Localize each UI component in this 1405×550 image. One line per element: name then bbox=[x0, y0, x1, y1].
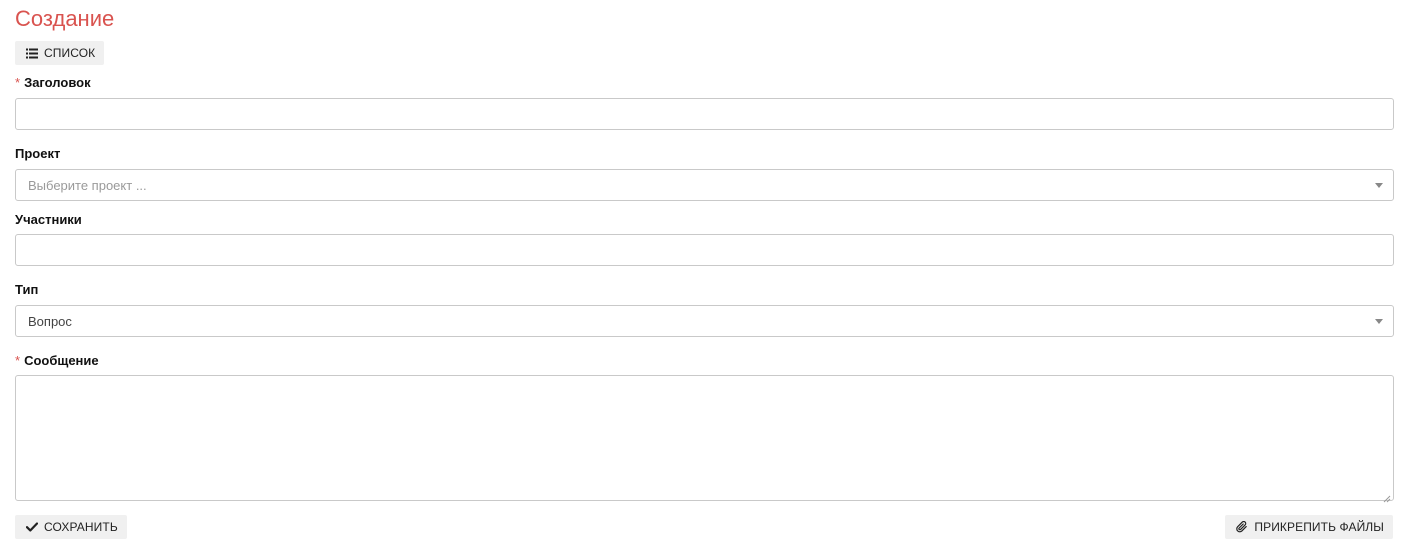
type-select-value: Вопрос bbox=[28, 313, 72, 329]
required-marker: * bbox=[15, 353, 21, 368]
title-field-label: * Заголовок bbox=[15, 75, 91, 90]
type-field-label: Тип bbox=[15, 282, 39, 297]
message-textarea[interactable] bbox=[15, 375, 1394, 503]
attach-files-button-label: ПРИКРЕПИТЬ ФАЙЛЫ bbox=[1254, 520, 1384, 534]
message-label-text: Сообщение bbox=[24, 353, 99, 368]
page-title: Создание bbox=[15, 6, 115, 31]
type-select[interactable]: Вопрос bbox=[15, 305, 1394, 337]
check-icon bbox=[26, 521, 38, 533]
title-input[interactable] bbox=[15, 98, 1394, 130]
required-marker: * bbox=[15, 75, 21, 90]
chevron-down-icon bbox=[1375, 183, 1383, 188]
save-button-label: СОХРАНИТЬ bbox=[44, 520, 118, 534]
project-select-placeholder: Выберите проект ... bbox=[28, 177, 147, 193]
save-button[interactable]: СОХРАНИТЬ bbox=[15, 515, 127, 539]
message-field-label: * Сообщение bbox=[15, 353, 99, 368]
list-icon bbox=[26, 47, 38, 59]
list-button-label: СПИСОК bbox=[44, 46, 96, 60]
title-label-text: Заголовок bbox=[24, 75, 91, 90]
resize-handle-icon[interactable] bbox=[1383, 490, 1391, 503]
participants-field-label: Участники bbox=[15, 212, 82, 227]
attach-files-button[interactable]: ПРИКРЕПИТЬ ФАЙЛЫ bbox=[1225, 515, 1393, 539]
project-field-label: Проект bbox=[15, 146, 61, 161]
chevron-down-icon bbox=[1375, 319, 1383, 324]
project-select[interactable]: Выберите проект ... bbox=[15, 169, 1394, 201]
paperclip-icon bbox=[1236, 521, 1248, 533]
participants-input[interactable] bbox=[15, 234, 1394, 266]
list-button[interactable]: СПИСОК bbox=[15, 41, 105, 65]
